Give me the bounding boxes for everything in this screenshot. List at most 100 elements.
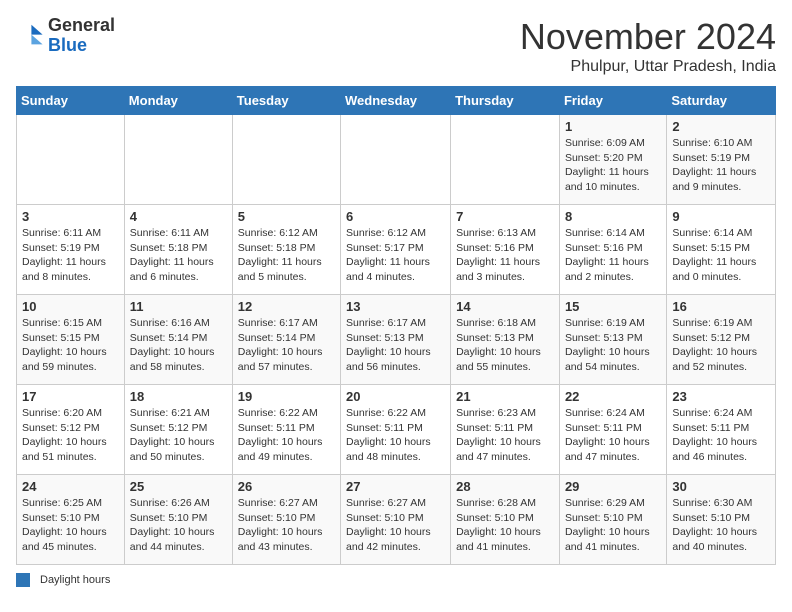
day-number: 6 bbox=[346, 209, 445, 224]
day-info: Sunrise: 6:22 AMSunset: 5:11 PMDaylight:… bbox=[346, 406, 445, 465]
day-number: 25 bbox=[130, 479, 227, 494]
day-info: Sunrise: 6:13 AMSunset: 5:16 PMDaylight:… bbox=[456, 226, 554, 285]
calendar-cell: 27 Sunrise: 6:27 AMSunset: 5:10 PMDayligh… bbox=[341, 475, 451, 565]
weekday-header-thursday: Thursday bbox=[451, 87, 560, 115]
day-number: 26 bbox=[238, 479, 335, 494]
calendar-cell: 5 Sunrise: 6:12 AMSunset: 5:18 PMDaylight… bbox=[232, 205, 340, 295]
calendar-cell: 20 Sunrise: 6:22 AMSunset: 5:11 PMDayligh… bbox=[341, 385, 451, 475]
day-info: Sunrise: 6:19 AMSunset: 5:13 PMDaylight:… bbox=[565, 316, 661, 375]
day-number: 30 bbox=[672, 479, 770, 494]
day-info: Sunrise: 6:17 AMSunset: 5:13 PMDaylight:… bbox=[346, 316, 445, 375]
day-info: Sunrise: 6:12 AMSunset: 5:18 PMDaylight:… bbox=[238, 226, 335, 285]
day-number: 17 bbox=[22, 389, 119, 404]
calendar-cell: 14 Sunrise: 6:18 AMSunset: 5:13 PMDayligh… bbox=[451, 295, 560, 385]
day-number: 10 bbox=[22, 299, 119, 314]
calendar-cell bbox=[232, 115, 340, 205]
logo-blue: Blue bbox=[48, 36, 115, 56]
calendar-cell: 24 Sunrise: 6:25 AMSunset: 5:10 PMDayligh… bbox=[17, 475, 125, 565]
day-number: 8 bbox=[565, 209, 661, 224]
day-number: 14 bbox=[456, 299, 554, 314]
calendar-cell: 11Sunrise: 6:16 AMSunset: 5:14 PMDayligh… bbox=[124, 295, 232, 385]
legend-box bbox=[16, 573, 30, 587]
page-header: General Blue November 2024 Phulpur, Utta… bbox=[16, 16, 776, 76]
calendar-week-row: 24 Sunrise: 6:25 AMSunset: 5:10 PMDayligh… bbox=[17, 475, 776, 565]
calendar-cell: 16 Sunrise: 6:19 AMSunset: 5:12 PMDayligh… bbox=[667, 295, 776, 385]
day-number: 15 bbox=[565, 299, 661, 314]
calendar-table: SundayMondayTuesdayWednesdayThursdayFrid… bbox=[16, 86, 776, 565]
day-number: 13 bbox=[346, 299, 445, 314]
logo-general: General bbox=[48, 16, 115, 36]
day-info: Sunrise: 6:20 AMSunset: 5:12 PMDaylight:… bbox=[22, 406, 119, 465]
day-info: Sunrise: 6:24 AMSunset: 5:11 PMDaylight:… bbox=[565, 406, 661, 465]
day-info: Sunrise: 6:18 AMSunset: 5:13 PMDaylight:… bbox=[456, 316, 554, 375]
day-number: 22 bbox=[565, 389, 661, 404]
day-number: 16 bbox=[672, 299, 770, 314]
day-info: Sunrise: 6:23 AMSunset: 5:11 PMDaylight:… bbox=[456, 406, 554, 465]
day-info: Sunrise: 6:21 AMSunset: 5:12 PMDaylight:… bbox=[130, 406, 227, 465]
day-number: 29 bbox=[565, 479, 661, 494]
weekday-header-saturday: Saturday bbox=[667, 87, 776, 115]
calendar-week-row: 1 Sunrise: 6:09 AMSunset: 5:20 PMDaylight… bbox=[17, 115, 776, 205]
day-info: Sunrise: 6:16 AMSunset: 5:14 PMDaylight:… bbox=[130, 316, 227, 375]
day-number: 9 bbox=[672, 209, 770, 224]
day-info: Sunrise: 6:14 AMSunset: 5:16 PMDaylight:… bbox=[565, 226, 661, 285]
calendar-cell: 9Sunrise: 6:14 AMSunset: 5:15 PMDaylight… bbox=[667, 205, 776, 295]
calendar-cell: 22 Sunrise: 6:24 AMSunset: 5:11 PMDayligh… bbox=[559, 385, 666, 475]
day-number: 23 bbox=[672, 389, 770, 404]
day-info: Sunrise: 6:27 AMSunset: 5:10 PMDaylight:… bbox=[238, 496, 335, 555]
day-number: 28 bbox=[456, 479, 554, 494]
day-number: 7 bbox=[456, 209, 554, 224]
day-number: 24 bbox=[22, 479, 119, 494]
calendar-cell: 7 Sunrise: 6:13 AMSunset: 5:16 PMDaylight… bbox=[451, 205, 560, 295]
calendar-cell bbox=[17, 115, 125, 205]
calendar-cell: 2Sunrise: 6:10 AMSunset: 5:19 PMDaylight… bbox=[667, 115, 776, 205]
day-number: 27 bbox=[346, 479, 445, 494]
day-number: 20 bbox=[346, 389, 445, 404]
calendar-cell: 8 Sunrise: 6:14 AMSunset: 5:16 PMDaylight… bbox=[559, 205, 666, 295]
calendar-cell: 1 Sunrise: 6:09 AMSunset: 5:20 PMDaylight… bbox=[559, 115, 666, 205]
logo-icon bbox=[16, 22, 44, 50]
day-info: Sunrise: 6:28 AMSunset: 5:10 PMDaylight:… bbox=[456, 496, 554, 555]
weekday-header-tuesday: Tuesday bbox=[232, 87, 340, 115]
weekday-header-monday: Monday bbox=[124, 87, 232, 115]
calendar-cell: 4Sunrise: 6:11 AMSunset: 5:18 PMDaylight… bbox=[124, 205, 232, 295]
day-number: 3 bbox=[22, 209, 119, 224]
day-number: 4 bbox=[130, 209, 227, 224]
day-info: Sunrise: 6:25 AMSunset: 5:10 PMDaylight:… bbox=[22, 496, 119, 555]
calendar-cell bbox=[124, 115, 232, 205]
title-section: November 2024 Phulpur, Uttar Pradesh, In… bbox=[520, 16, 776, 76]
day-info: Sunrise: 6:22 AMSunset: 5:11 PMDaylight:… bbox=[238, 406, 335, 465]
calendar-week-row: 10Sunrise: 6:15 AMSunset: 5:15 PMDayligh… bbox=[17, 295, 776, 385]
calendar-cell: 30 Sunrise: 6:30 AMSunset: 5:10 PMDayligh… bbox=[667, 475, 776, 565]
calendar-cell: 15 Sunrise: 6:19 AMSunset: 5:13 PMDayligh… bbox=[559, 295, 666, 385]
day-info: Sunrise: 6:27 AMSunset: 5:10 PMDaylight:… bbox=[346, 496, 445, 555]
weekday-header-wednesday: Wednesday bbox=[341, 87, 451, 115]
day-number: 1 bbox=[565, 119, 661, 134]
calendar-footer: Daylight hours bbox=[16, 573, 776, 587]
day-info: Sunrise: 6:17 AMSunset: 5:14 PMDaylight:… bbox=[238, 316, 335, 375]
calendar-cell: 10Sunrise: 6:15 AMSunset: 5:15 PMDayligh… bbox=[17, 295, 125, 385]
calendar-cell: 17 Sunrise: 6:20 AMSunset: 5:12 PMDayligh… bbox=[17, 385, 125, 475]
day-info: Sunrise: 6:30 AMSunset: 5:10 PMDaylight:… bbox=[672, 496, 770, 555]
calendar-cell bbox=[341, 115, 451, 205]
calendar-cell: 12 Sunrise: 6:17 AMSunset: 5:14 PMDayligh… bbox=[232, 295, 340, 385]
calendar-cell: 6Sunrise: 6:12 AMSunset: 5:17 PMDaylight… bbox=[341, 205, 451, 295]
calendar-cell: 23 Sunrise: 6:24 AMSunset: 5:11 PMDayligh… bbox=[667, 385, 776, 475]
calendar-cell: 28 Sunrise: 6:28 AMSunset: 5:10 PMDayligh… bbox=[451, 475, 560, 565]
weekday-header-friday: Friday bbox=[559, 87, 666, 115]
calendar-cell: 18Sunrise: 6:21 AMSunset: 5:12 PMDayligh… bbox=[124, 385, 232, 475]
month-title: November 2024 bbox=[520, 16, 776, 58]
day-info: Sunrise: 6:26 AMSunset: 5:10 PMDaylight:… bbox=[130, 496, 227, 555]
day-number: 19 bbox=[238, 389, 335, 404]
calendar-cell: 3Sunrise: 6:11 AMSunset: 5:19 PMDaylight… bbox=[17, 205, 125, 295]
day-number: 12 bbox=[238, 299, 335, 314]
day-info: Sunrise: 6:09 AMSunset: 5:20 PMDaylight:… bbox=[565, 136, 661, 195]
calendar-cell: 13 Sunrise: 6:17 AMSunset: 5:13 PMDayligh… bbox=[341, 295, 451, 385]
day-info: Sunrise: 6:29 AMSunset: 5:10 PMDaylight:… bbox=[565, 496, 661, 555]
weekday-header-row: SundayMondayTuesdayWednesdayThursdayFrid… bbox=[17, 87, 776, 115]
day-number: 5 bbox=[238, 209, 335, 224]
legend-label: Daylight hours bbox=[40, 574, 110, 586]
day-info: Sunrise: 6:24 AMSunset: 5:11 PMDaylight:… bbox=[672, 406, 770, 465]
day-number: 21 bbox=[456, 389, 554, 404]
day-info: Sunrise: 6:19 AMSunset: 5:12 PMDaylight:… bbox=[672, 316, 770, 375]
